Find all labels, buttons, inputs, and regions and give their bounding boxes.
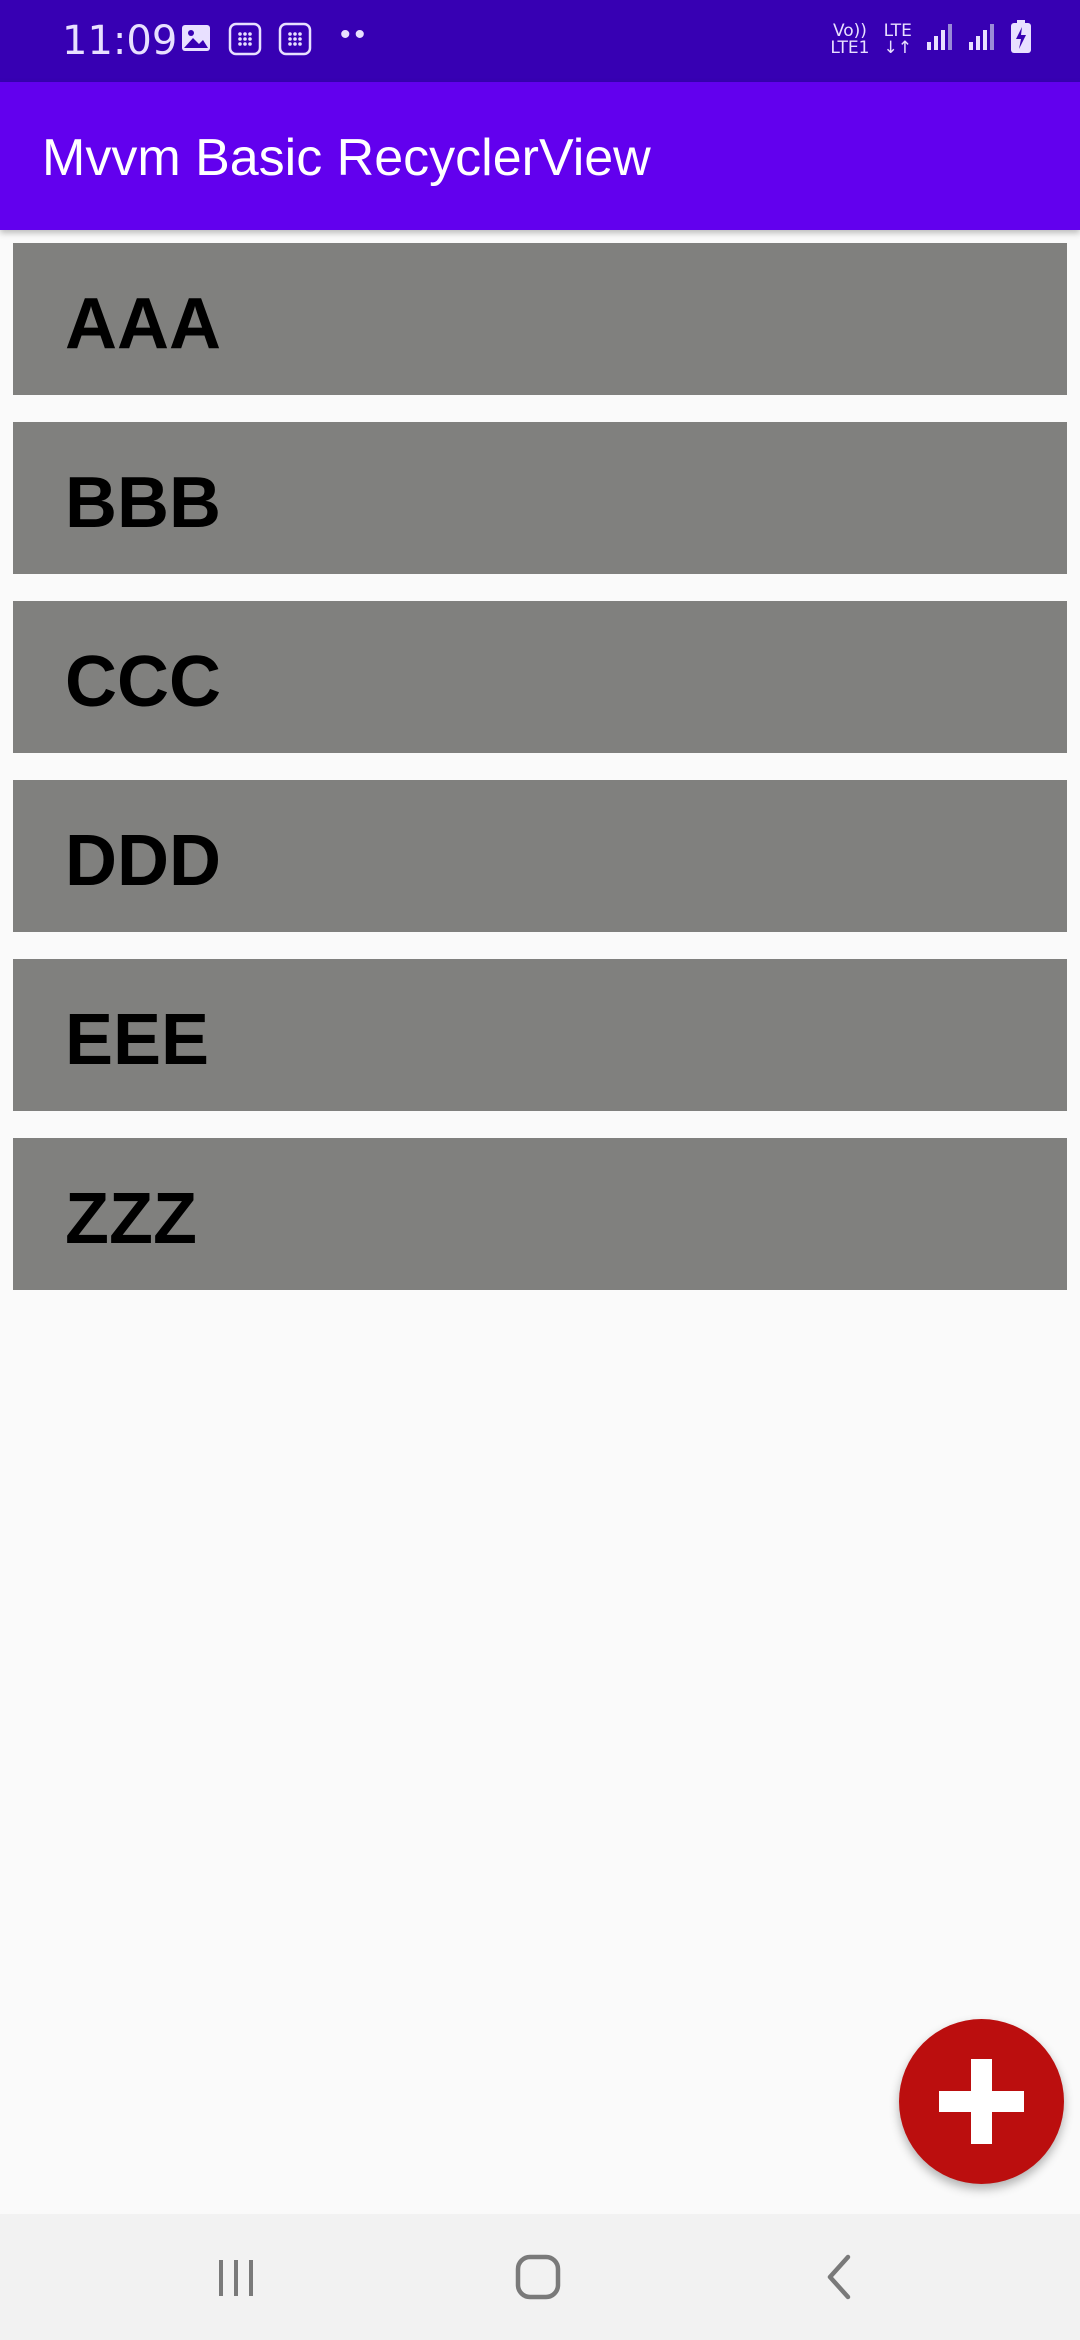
lte-label: LTE: [883, 20, 912, 41]
back-icon: [827, 2254, 851, 2300]
list-item-label: ZZZ: [65, 1179, 197, 1259]
screen: 11:09 •• Vo)) LTE1 LTE ↓↑ Mvvm Basic Rec…: [0, 0, 1080, 2340]
list-item[interactable]: ZZZ: [13, 1138, 1067, 1290]
list-item[interactable]: EEE: [13, 959, 1067, 1111]
volte-bottom-label: LTE1: [830, 37, 870, 58]
recents-button[interactable]: [196, 2242, 276, 2312]
app-bar: Mvvm Basic RecyclerView: [0, 82, 1080, 230]
home-button[interactable]: [498, 2242, 578, 2312]
battery-charging-icon: [1010, 20, 1032, 59]
navigation-bar: [0, 2214, 1080, 2340]
list-item-label: EEE: [65, 1000, 210, 1080]
list-item[interactable]: BBB: [13, 422, 1067, 574]
list-item-label: AAA: [65, 284, 221, 364]
list-item[interactable]: DDD: [13, 780, 1067, 932]
image-icon: [180, 22, 212, 59]
status-time: 11:09: [62, 18, 178, 64]
back-button[interactable]: [800, 2242, 880, 2312]
calendar-icon: [228, 22, 262, 61]
volte-indicator: Vo)) LTE1: [830, 20, 870, 58]
home-icon: [515, 2254, 561, 2300]
recents-icon: [219, 2260, 253, 2296]
list-item-label: DDD: [65, 821, 221, 901]
app-title: Mvvm Basic RecyclerView: [42, 129, 651, 187]
signal-icon: [926, 22, 954, 57]
add-item-fab[interactable]: [899, 2019, 1064, 2184]
signal-icon: [968, 22, 996, 57]
more-notifications-indicator: ••: [340, 18, 370, 51]
list-item-label: CCC: [65, 642, 221, 722]
calendar-icon: [278, 22, 312, 61]
recycler-list[interactable]: AAA BBB CCC DDD EEE ZZZ: [13, 243, 1067, 1317]
status-indicators: Vo)) LTE1 LTE ↓↑: [830, 20, 1032, 59]
lte-indicator: LTE ↓↑: [883, 20, 913, 58]
list-item[interactable]: AAA: [13, 243, 1067, 395]
lte-arrows-icon: ↓↑: [883, 37, 913, 58]
list-item[interactable]: CCC: [13, 601, 1067, 753]
list-item-label: BBB: [65, 463, 221, 543]
volte-top-label: Vo)): [832, 20, 867, 41]
status-bar: 11:09 •• Vo)) LTE1 LTE ↓↑: [0, 0, 1080, 82]
